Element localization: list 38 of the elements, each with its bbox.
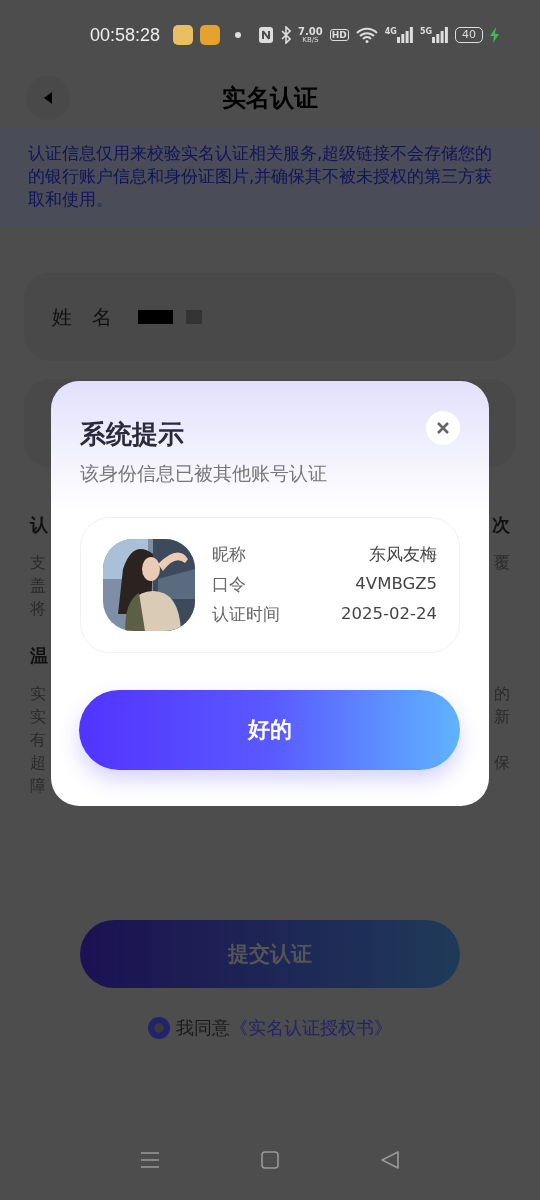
app-icon	[200, 25, 221, 45]
field-value: 2025-02-24	[341, 604, 437, 625]
network-type: 5G	[419, 27, 433, 36]
name-field[interactable]: 姓 名	[24, 273, 516, 361]
app-icon	[173, 25, 194, 45]
section-title: 温	[30, 644, 48, 668]
nfc-icon	[258, 26, 275, 44]
dialog-title: 系统提示	[80, 418, 184, 451]
hd-badge: HD	[329, 29, 349, 41]
close-icon	[437, 422, 449, 434]
battery-level: 40	[462, 28, 477, 41]
back-button[interactable]	[26, 76, 70, 120]
signal-icon	[396, 27, 413, 43]
section-title: 认	[30, 513, 48, 537]
section-title: 次	[492, 513, 510, 537]
back-icon	[42, 91, 54, 105]
dialog-message: 该身份信息已被其他账号认证	[80, 461, 328, 486]
status-time: 00:58:28	[90, 24, 161, 46]
field-value: 4VMBGZ5	[355, 574, 437, 595]
agree-radio[interactable]	[148, 1017, 170, 1039]
signal-icon	[432, 27, 449, 43]
notification-dot	[235, 32, 242, 38]
submit-button[interactable]: 提交认证	[80, 920, 460, 988]
field-label: 口令	[212, 574, 246, 596]
wifi-icon	[355, 27, 378, 43]
network-type: 4G	[384, 27, 397, 36]
bluetooth-icon	[281, 26, 292, 44]
home-icon	[260, 1150, 280, 1170]
page-title: 实名认证	[222, 83, 318, 114]
field-label: 认证时间	[212, 604, 280, 626]
close-button[interactable]	[426, 411, 460, 445]
field-label: 姓 名	[52, 303, 112, 331]
menu-icon	[140, 1151, 160, 1169]
field-value: 东风友梅	[369, 544, 437, 566]
field-label: 昵称	[212, 544, 246, 566]
network-speed: 7.00	[298, 26, 323, 37]
ok-button[interactable]: 好的	[79, 690, 460, 770]
back-icon	[380, 1150, 400, 1170]
